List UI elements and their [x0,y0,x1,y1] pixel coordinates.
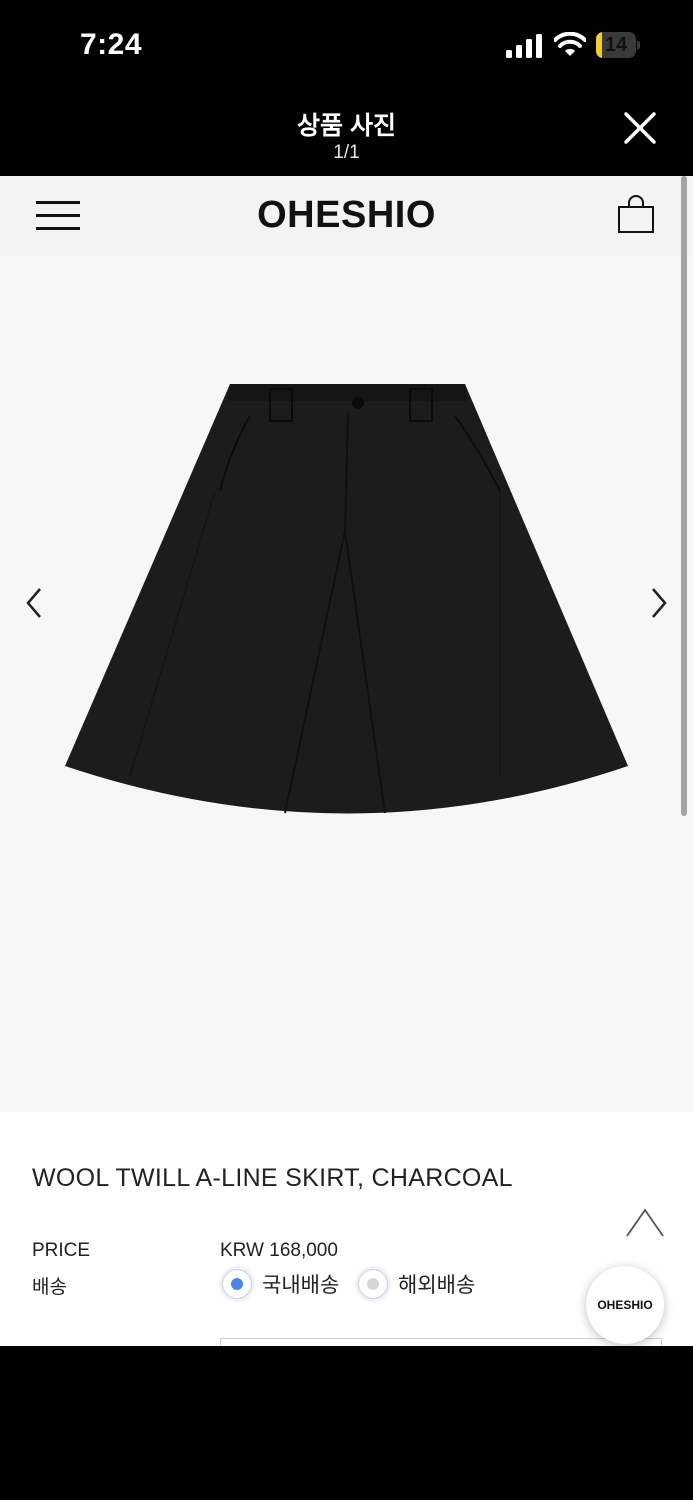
image-counter: 1/1 [333,142,360,163]
radio-overseas[interactable] [358,1269,388,1299]
radio-dot [367,1278,379,1290]
shipping-option-label: 해외배송 [398,1274,476,1297]
scroll-top-icon[interactable] [624,1206,666,1240]
price-value: KRW 168,000 [220,1240,338,1261]
site-header: OHESHIO [0,176,693,256]
shopping-bag-icon[interactable] [616,194,656,234]
chevron-right-icon[interactable] [645,583,675,623]
close-icon[interactable] [620,108,660,148]
page-scrollbar[interactable] [681,176,687,816]
product-image-gallery [0,256,693,1112]
shipping-option-domestic[interactable]: 국내배송 [222,1268,339,1300]
photo-viewer-header: 상품 사진 1/1 [0,92,693,176]
product-name: WOOL TWILL A-LINE SKIRT, CHARCOAL [32,1164,513,1192]
battery-icon: 14 [596,32,640,58]
shipping-label: 배송 [32,1277,67,1298]
price-label: PRICE [32,1240,91,1261]
viewer-title: 상품 사진 [297,112,396,140]
battery-percent: 14 [604,34,628,56]
wifi-icon [554,32,586,56]
brand-logo[interactable]: OHESHIO [0,194,693,237]
brand-chat-bubble[interactable]: OHESHIO [586,1266,664,1344]
shipping-option-overseas[interactable]: 해외배송 [358,1268,475,1300]
status-time: 7:24 [80,28,143,61]
radio-dot [231,1278,243,1290]
product-page: OHESHIO WOOL TWILL A-LINE SKIRT, CHARCOA… [0,176,693,1346]
radio-domestic[interactable] [222,1269,252,1299]
option-select[interactable] [220,1338,662,1346]
chevron-left-icon[interactable] [20,583,50,623]
product-image [65,384,628,814]
status-bar: 7:24 14 [0,0,693,92]
shipping-option-label: 국내배송 [262,1274,340,1297]
signal-icon [506,34,542,58]
bottom-area [0,1346,693,1500]
